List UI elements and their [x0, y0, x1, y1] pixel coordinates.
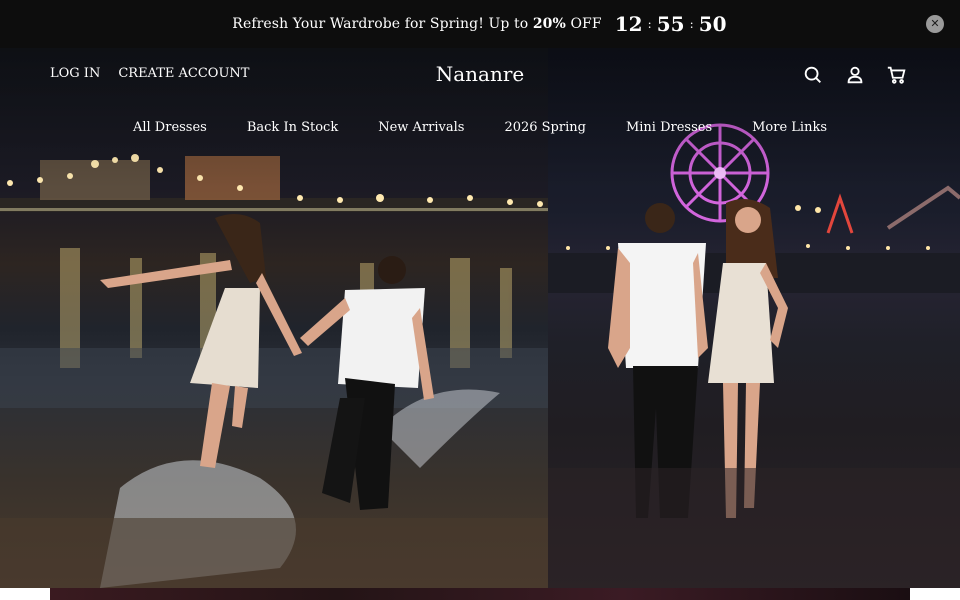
announcement-percent: 20%: [532, 16, 566, 32]
countdown-hours: 12: [614, 12, 643, 36]
close-icon[interactable]: ✕: [926, 15, 944, 33]
next-section-image: [50, 588, 910, 600]
account-icon[interactable]: [844, 64, 866, 86]
nav-item-all-dresses[interactable]: All Dresses: [133, 120, 207, 135]
nav-item-more-links[interactable]: More Links: [752, 120, 827, 135]
announcement-suffix: OFF: [570, 16, 602, 32]
search-icon[interactable]: [802, 64, 824, 86]
countdown-minutes: 55: [656, 12, 685, 36]
announcement-text: Refresh Your Wardrobe for Spring! Up to: [232, 16, 529, 32]
header-icons: [802, 64, 908, 86]
main-nav: All Dresses Back In Stock New Arrivals 2…: [0, 120, 960, 135]
nav-item-2026-spring[interactable]: 2026 Spring: [504, 120, 586, 135]
cart-icon[interactable]: [886, 64, 908, 86]
countdown-separator: :: [647, 17, 652, 31]
nav-item-mini-dresses[interactable]: Mini Dresses: [626, 120, 712, 135]
announcement-bar: Refresh Your Wardrobe for Spring! Up to …: [0, 0, 960, 48]
countdown-seconds: 50: [698, 12, 727, 36]
nav-item-new-arrivals[interactable]: New Arrivals: [378, 120, 464, 135]
site-header: LOG IN CREATE ACCOUNT Nananre: [0, 48, 960, 100]
nav-item-back-in-stock[interactable]: Back In Stock: [247, 120, 338, 135]
announcement-message: Refresh Your Wardrobe for Spring! Up to …: [232, 16, 601, 32]
countdown-separator: :: [689, 17, 694, 31]
countdown-timer: 12 : 55 : 50: [614, 12, 728, 36]
